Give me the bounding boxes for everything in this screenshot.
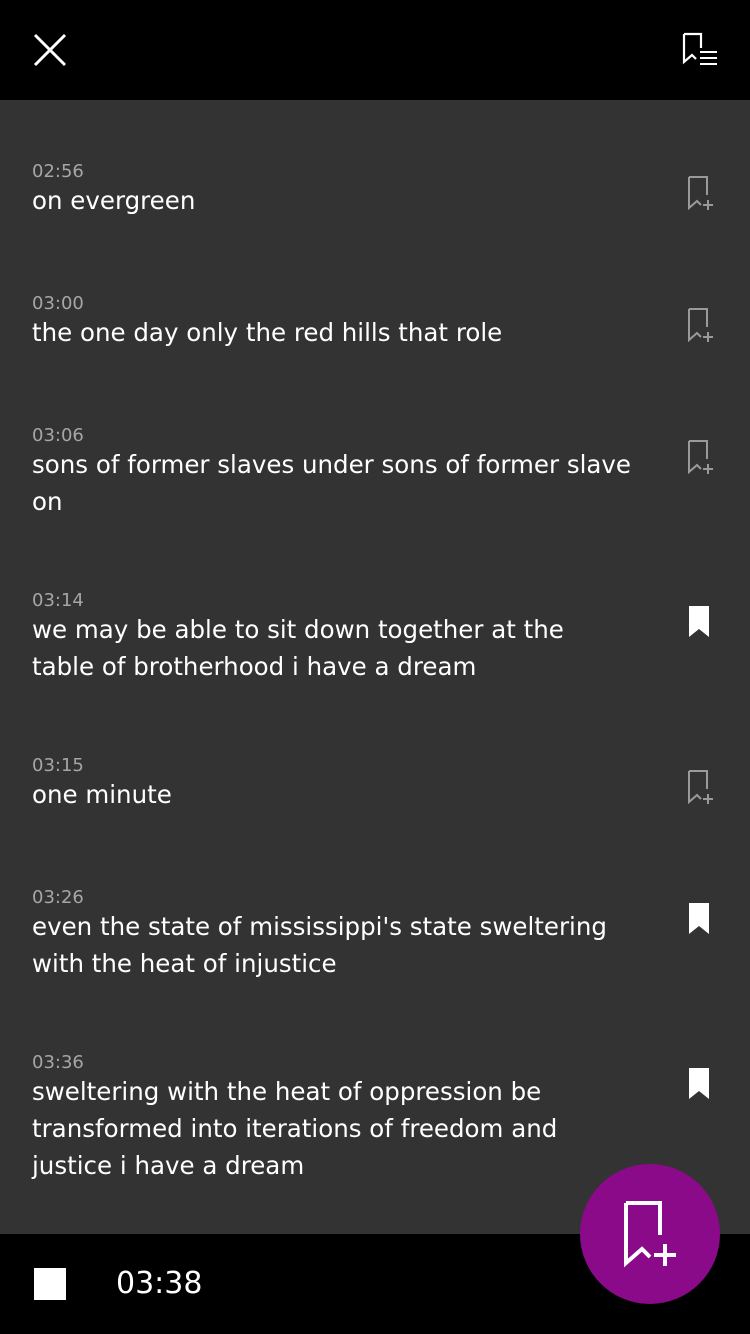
bookmark-add-icon (688, 176, 713, 211)
bookmark-filled-icon (689, 606, 709, 637)
bookmarks-list-button[interactable] (674, 24, 726, 76)
entry-timestamp: 03:36 (32, 1052, 84, 1073)
entry-text: sons of former slaves under sons of form… (32, 450, 631, 516)
bookmark-filled-icon (689, 903, 709, 934)
add-bookmark-button[interactable] (580, 1164, 720, 1304)
remove-bookmark-button[interactable] (682, 898, 718, 940)
entry-text: the one day only the red hills that role (32, 318, 503, 347)
elapsed-time: 03:38 (116, 1266, 203, 1301)
stop-button[interactable] (28, 1262, 72, 1306)
entry-text: on evergreen (32, 186, 196, 215)
bookmark-list-icon (682, 32, 717, 65)
entry-timestamp: 03:06 (32, 425, 84, 446)
add-bookmark-entry-button[interactable] (682, 436, 718, 478)
entry-timestamp: 02:56 (32, 161, 84, 182)
add-bookmark-entry-button[interactable] (682, 766, 718, 808)
entry-text: even the state of mississippi's state sw… (32, 912, 607, 978)
entry-timestamp: 03:14 (32, 590, 84, 611)
top-bar (0, 0, 750, 100)
entry-timestamp: 03:15 (32, 755, 84, 776)
bookmark-add-icon (688, 770, 713, 805)
close-icon (33, 33, 67, 67)
entry-text: sweltering with the heat of oppression b… (32, 1077, 558, 1180)
add-bookmark-entry-button[interactable] (682, 172, 718, 214)
entry-text: one minute (32, 780, 172, 809)
entry-timestamp: 03:00 (32, 293, 84, 314)
close-button[interactable] (24, 24, 76, 76)
bookmark-add-icon (688, 308, 713, 343)
transcript-screen: 02:56 on evergreen 03:00 the one day only t… (0, 0, 750, 1334)
bookmark-filled-icon (689, 1068, 709, 1099)
transcript-list: 02:56 on evergreen 03:00 the one day only t… (0, 100, 750, 1234)
stop-icon (34, 1268, 66, 1300)
add-bookmark-entry-button[interactable] (682, 304, 718, 346)
add-bookmark-icon (624, 1201, 676, 1268)
bookmark-add-icon (688, 440, 713, 475)
entry-text: we may be able to sit down together at t… (32, 615, 564, 681)
entry-timestamp: 03:26 (32, 887, 84, 908)
remove-bookmark-button[interactable] (682, 1063, 718, 1105)
remove-bookmark-button[interactable] (682, 601, 718, 643)
